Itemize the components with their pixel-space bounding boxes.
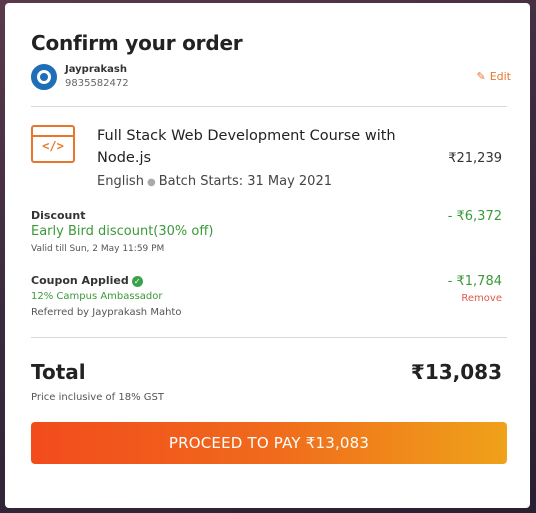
- user-info: Jayprakash 9835582472 ✎ Edit: [31, 62, 511, 92]
- discount-name: Early Bird discount(30% off): [31, 224, 214, 239]
- code-window-icon: </>: [31, 125, 75, 163]
- coupon-label: Coupon Applied: [31, 274, 129, 287]
- gst-note: Price inclusive of 18% GST: [31, 392, 164, 403]
- edit-label: Edit: [489, 70, 511, 83]
- remove-coupon-button[interactable]: Remove: [461, 293, 502, 304]
- course-title: Full Stack Web Development Course with N…: [97, 128, 396, 166]
- coupon-amount: - ₹1,784: [447, 274, 502, 289]
- user-avatar-icon: [31, 64, 57, 90]
- user-phone: 9835582472: [65, 78, 129, 89]
- page-title: Confirm your order: [31, 31, 243, 55]
- total-value: ₹13,083: [410, 360, 502, 384]
- edit-button[interactable]: ✎ Edit: [476, 70, 511, 83]
- separator-dot-icon: ●: [146, 177, 156, 188]
- divider: [31, 106, 507, 107]
- coupon-label-row: Coupon Applied ✓: [31, 274, 143, 287]
- course-price: ₹21,239: [448, 151, 502, 166]
- discount-label: Discount: [31, 209, 86, 222]
- pencil-icon: ✎: [476, 70, 486, 83]
- coupon-referral: Referred by Jayprakash Mahto: [31, 307, 182, 318]
- discount-amount: - ₹6,372: [447, 209, 502, 224]
- course-meta: English ● Batch Starts: 31 May 2021: [97, 174, 332, 189]
- coupon-name: 12% Campus Ambassador: [31, 291, 163, 302]
- course-language: English: [97, 174, 144, 189]
- course-batch: Batch Starts: 31 May 2021: [158, 174, 332, 189]
- discount-validity: Valid till Sun, 2 May 11:59 PM: [31, 244, 165, 254]
- divider: [31, 337, 507, 338]
- code-icon-glyph: </>: [42, 139, 64, 153]
- total-label: Total: [31, 360, 86, 384]
- proceed-to-pay-button[interactable]: PROCEED TO PAY ₹13,083: [31, 422, 507, 464]
- order-confirmation-card: Confirm your order Jayprakash 9835582472…: [5, 3, 530, 508]
- user-name: Jayprakash: [65, 64, 127, 75]
- check-icon: ✓: [131, 276, 143, 287]
